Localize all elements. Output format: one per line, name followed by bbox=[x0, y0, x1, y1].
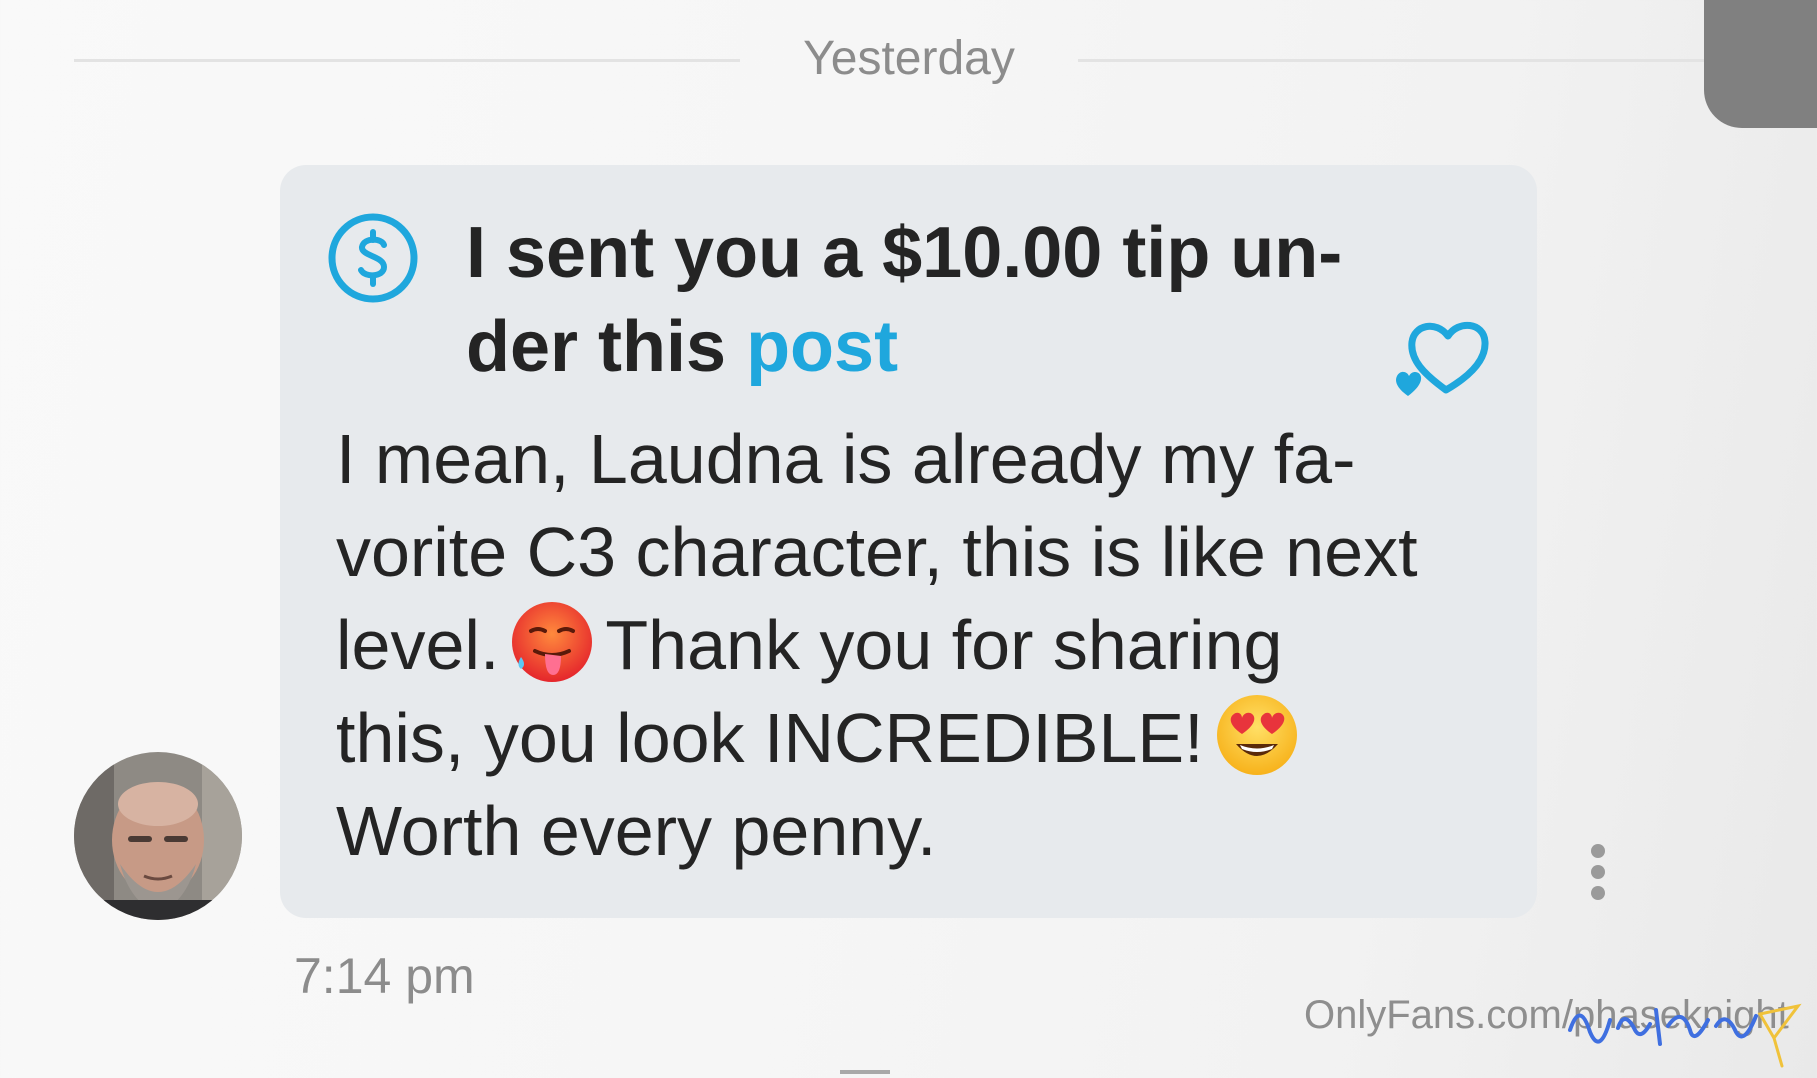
date-divider: Yesterday bbox=[74, 28, 1704, 90]
more-vertical-icon[interactable] bbox=[1587, 844, 1609, 902]
dollar-circle-icon bbox=[328, 213, 418, 303]
heart-eyes-emoji-icon bbox=[1216, 695, 1297, 775]
message-line-3-start: level. bbox=[336, 606, 500, 684]
message-line-4: this, you look INCREDIBLE! bbox=[336, 692, 1516, 785]
tip-line-2: der this post bbox=[466, 300, 1346, 394]
tip-line-1: I sent you a $10.00 tip un- bbox=[466, 213, 1343, 293]
message-line-2: vorite C3 character, this is like next bbox=[336, 513, 1418, 591]
avatar-photo bbox=[74, 752, 242, 920]
message-line-5: Worth every penny. bbox=[336, 792, 937, 870]
heart-icon[interactable] bbox=[1394, 312, 1494, 398]
message-line-3-end: Thank you for sharing bbox=[605, 606, 1283, 684]
message-timestamp: 7:14 pm bbox=[294, 948, 475, 1004]
signature-watermark bbox=[1568, 1003, 1802, 1068]
next-item-peek bbox=[840, 1070, 890, 1074]
divider-line-left bbox=[74, 59, 740, 62]
post-link[interactable]: post bbox=[746, 307, 898, 387]
message-line-4-text: this, you look INCREDIBLE! bbox=[336, 699, 1204, 777]
tip-line-2-text: der this bbox=[466, 307, 747, 387]
message-text: I mean, Laudna is already my fa- vorite … bbox=[336, 413, 1516, 878]
corner-tab bbox=[1704, 0, 1817, 128]
message-line-1: I mean, Laudna is already my fa- bbox=[336, 420, 1356, 498]
message-line-3: level. Thank you for sharing bbox=[336, 599, 1516, 692]
hot-face-emoji-icon bbox=[512, 602, 593, 682]
date-label: Yesterday bbox=[803, 32, 1015, 85]
tip-notice: I sent you a $10.00 tip un- der this pos… bbox=[466, 206, 1346, 394]
avatar[interactable] bbox=[74, 752, 242, 920]
divider-line-right bbox=[1078, 59, 1704, 62]
